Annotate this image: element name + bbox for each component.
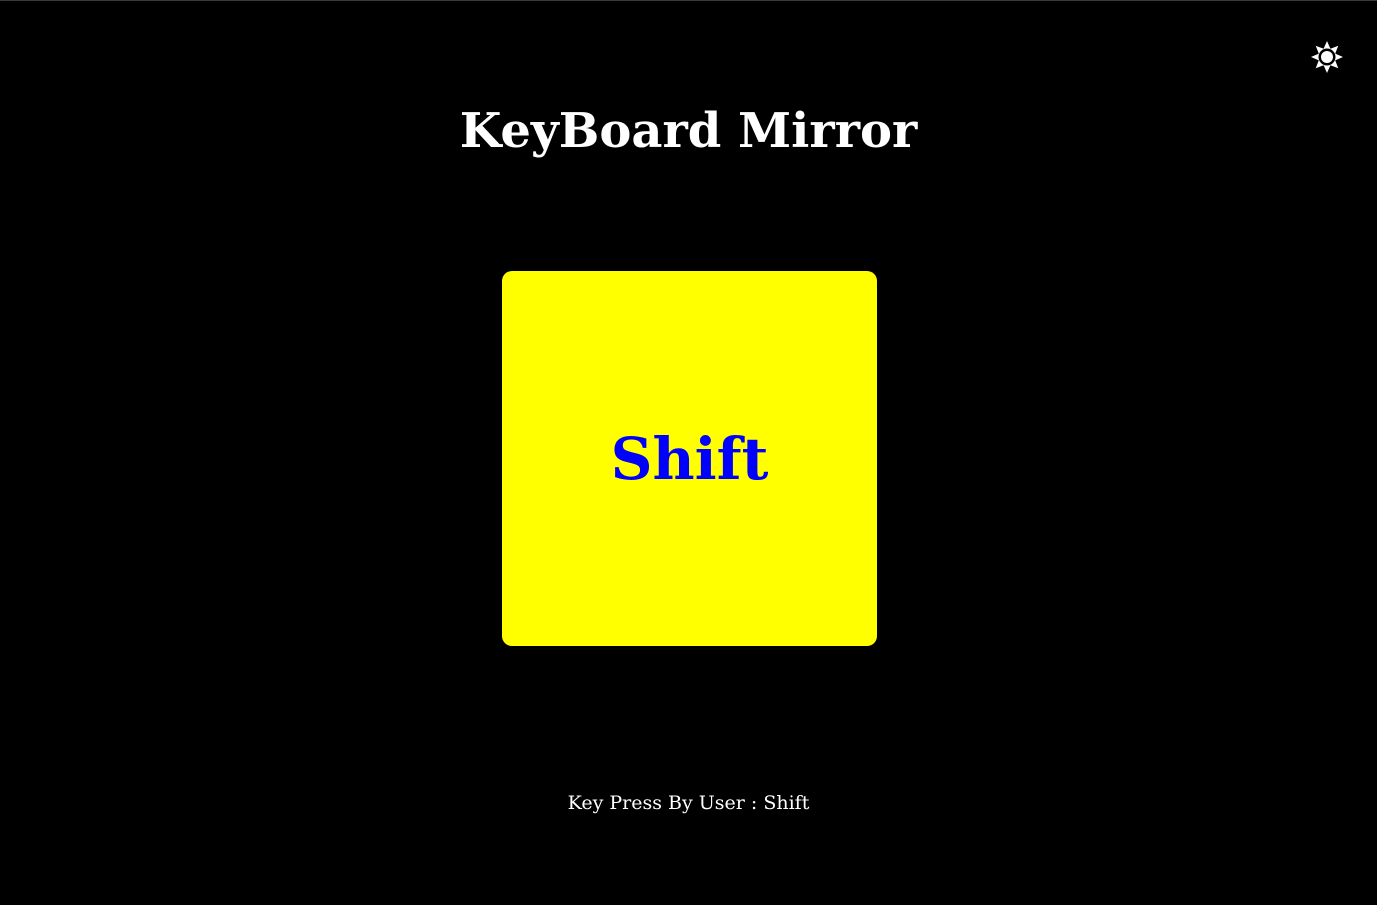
- key-press-status-label: Key Press By User :: [567, 792, 764, 814]
- page-title: KeyBoard Mirror: [459, 103, 918, 159]
- keyboard-mirror-page: KeyBoard Mirror Shift Key Press By User …: [0, 0, 1377, 905]
- key-press-status: Key Press By User : Shift: [0, 791, 1377, 815]
- theme-toggle-button[interactable]: [1309, 39, 1345, 75]
- key-press-status-value: Shift: [763, 792, 810, 814]
- pressed-key-label: Shift: [610, 424, 769, 493]
- key-display-box: Shift: [502, 271, 877, 646]
- sun-icon: [1311, 41, 1343, 73]
